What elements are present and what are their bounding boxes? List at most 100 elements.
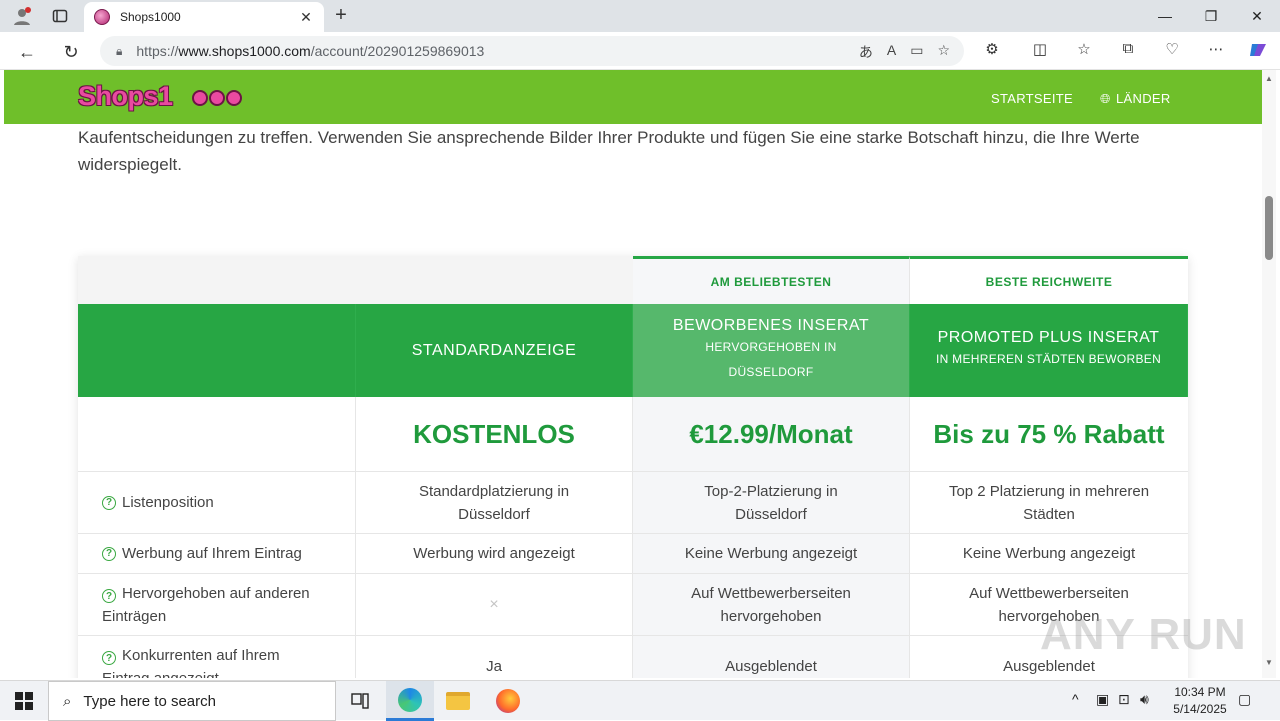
logo-cart-icon xyxy=(192,90,242,106)
translate-icon[interactable]: あ xyxy=(859,42,873,62)
feature-value: × xyxy=(356,574,633,636)
intro-paragraph: Kaufentscheidungen zu treffen. Verwenden… xyxy=(78,128,1140,174)
extensions-icon[interactable]: ⚙ xyxy=(980,40,1004,62)
url-host: www.shops1000.com xyxy=(178,43,311,59)
feature-value: Auf Wettbewerberseiten hervorgehoben xyxy=(633,574,910,636)
plan-title: PROMOTED PLUS INSERAT xyxy=(937,329,1160,346)
pricing-table: AM BELIEBTESTEN BESTE REICHWEITE STANDAR… xyxy=(78,256,1188,678)
feature-label: Werbung auf Ihrem Eintrag xyxy=(122,545,302,562)
nav-link-startseite[interactable]: STARTSEITE xyxy=(991,91,1073,106)
restore-icon[interactable]: ❐ xyxy=(1188,0,1234,32)
task-view-icon[interactable] xyxy=(336,681,384,721)
tab-actions-icon[interactable] xyxy=(48,4,72,28)
plan-price: €12.99/Monat xyxy=(633,397,910,472)
empty-cell xyxy=(78,256,356,304)
scroll-thumb[interactable] xyxy=(1265,196,1273,260)
feature-value: Top 2 Platzierung in mehreren Städten xyxy=(910,472,1188,534)
feature-label-cell: ? Listenposition xyxy=(78,472,356,534)
plan-promoted-plus-header[interactable]: PROMOTED PLUS INSERAT IN MEHREREN STÄDTE… xyxy=(910,304,1188,397)
feature-label: Listenposition xyxy=(122,494,214,511)
url-prefix: https:// xyxy=(136,43,179,59)
profile-icon[interactable] xyxy=(10,4,34,28)
device-icon[interactable]: ▣ xyxy=(1096,691,1109,708)
price-row: KOSTENLOS €12.99/Monat Bis zu 75 % Rabat… xyxy=(78,397,1188,472)
feature-value: Keine Werbung angezeigt xyxy=(633,534,910,574)
notifications-icon[interactable]: ▢ xyxy=(1238,691,1251,708)
close-window-icon[interactable]: ✕ xyxy=(1234,0,1280,32)
empty-cell xyxy=(356,256,633,304)
windows-logo-icon xyxy=(15,692,33,710)
plan-title: BEWORBENES INSERAT xyxy=(672,316,870,334)
show-hidden-icons-icon[interactable]: ^ xyxy=(1072,691,1079,707)
plan-title: STANDARDANZEIGE xyxy=(411,341,577,359)
feature-label-cell: ? Werbung auf Ihrem Eintrag xyxy=(78,534,356,574)
help-icon[interactable]: ? xyxy=(102,546,116,561)
cross-icon: × xyxy=(489,596,499,613)
favorites-icon[interactable]: ☆ xyxy=(1072,40,1096,62)
site-favicon-icon xyxy=(94,9,110,25)
active-tab[interactable]: Shops1000 ✕ xyxy=(84,2,324,32)
shops1000-logo[interactable]: Shops1 xyxy=(78,81,173,112)
nav-link-laender[interactable]: LÄNDER xyxy=(1116,91,1171,106)
scroll-up-icon[interactable]: ▲ xyxy=(1265,74,1273,83)
feature-value: Werbung wird angezeigt xyxy=(356,534,633,574)
read-aloud-icon[interactable]: A xyxy=(887,42,896,62)
firefox-icon[interactable] xyxy=(484,681,532,721)
plan-subtitle: HERVORGEHOBEN IN DÜSSELDORF xyxy=(705,339,837,379)
empty-cell xyxy=(78,304,356,397)
feature-value: Standardplatzierung in Düsseldorf xyxy=(356,472,633,534)
page-scrollbar[interactable]: ▲ ▼ xyxy=(1262,70,1276,678)
help-icon[interactable]: ? xyxy=(102,651,116,665)
new-tab-icon[interactable]: + xyxy=(330,5,352,27)
badge-most-popular: AM BELIEBTESTEN xyxy=(633,256,910,304)
reload-icon[interactable]: ↻ xyxy=(58,39,84,65)
taskbar-search[interactable]: ⌕ Type here to search xyxy=(48,681,336,721)
feature-label-cell: ? Konkurrenten auf Ihrem Eintrag angezeig… xyxy=(78,636,356,678)
split-screen-icon[interactable]: ◫ xyxy=(1028,40,1052,62)
copilot-icon[interactable] xyxy=(1246,40,1270,62)
badge-best-reach: BESTE REICHWEITE xyxy=(910,256,1188,304)
globe-icon: 🌐︎ xyxy=(1100,91,1111,106)
help-icon[interactable]: ? xyxy=(102,589,116,603)
search-placeholder: Type here to search xyxy=(83,692,216,710)
browser-essentials-icon[interactable]: ♡ xyxy=(1160,40,1184,62)
favorite-star-icon[interactable]: ☆ xyxy=(937,42,950,62)
taskbar-clock[interactable]: 10:34 PM 5/14/2025 xyxy=(1160,684,1240,718)
url-bar[interactable]: 🔒︎ https://www.shops1000.com/account/202… xyxy=(100,36,964,66)
feature-label-cell: ? Hervorgehoben auf anderen Einträgen xyxy=(78,574,356,636)
close-tab-icon[interactable]: ✕ xyxy=(298,9,314,26)
collections-icon[interactable]: ⧉ xyxy=(1116,40,1140,62)
start-button[interactable] xyxy=(0,681,48,721)
browser-tab-bar: Shops1000 ✕ + — ❐ ✕ xyxy=(0,0,1280,32)
immersive-reader-icon[interactable]: ▭ xyxy=(910,42,923,62)
edge-taskbar-icon[interactable] xyxy=(386,681,434,721)
plan-price: Bis zu 75 % Rabatt xyxy=(910,397,1188,472)
address-toolbar: ← ↻ 🔒︎ https://www.shops1000.com/account… xyxy=(0,32,1280,70)
help-icon[interactable]: ? xyxy=(102,495,116,510)
more-options-icon[interactable]: ⋯ xyxy=(1204,40,1228,62)
lock-icon[interactable]: 🔒︎ xyxy=(116,44,122,59)
plan-standard-header[interactable]: STANDARDANZEIGE xyxy=(356,304,633,397)
plan-header-row: STANDARDANZEIGE BEWORBENES INSERAT HERVO… xyxy=(78,304,1188,397)
clock-time: 10:34 PM xyxy=(1174,685,1226,699)
plan-promoted-header[interactable]: BEWORBENES INSERAT HERVORGEHOBEN IN DÜSS… xyxy=(633,304,910,397)
empty-cell xyxy=(78,397,356,472)
feature-label: Konkurrenten auf Ihrem Eintrag angezeigt xyxy=(102,646,280,679)
volume-icon[interactable]: 🔊︎ xyxy=(1140,691,1149,708)
tab-title: Shops1000 xyxy=(120,10,181,24)
anyrun-watermark: ANY RUN xyxy=(1040,610,1247,659)
search-icon: ⌕ xyxy=(63,692,72,710)
back-arrow-icon[interactable]: ← xyxy=(14,39,40,65)
page-viewport: Shops1 STARTSEITE 🌐︎ LÄNDER Kaufentschei… xyxy=(4,70,1262,678)
scroll-down-icon[interactable]: ▼ xyxy=(1265,658,1273,667)
feature-row: ? Werbung auf Ihrem Eintrag Werbung wird … xyxy=(78,534,1188,574)
feature-row: ? Konkurrenten auf Ihrem Eintrag angezeig… xyxy=(78,636,1188,678)
clock-date: 5/14/2025 xyxy=(1173,702,1227,716)
file-explorer-icon[interactable] xyxy=(434,681,482,721)
feature-row: ? Listenposition Standardplatzierung in D… xyxy=(78,472,1188,534)
network-icon[interactable]: ⊡ xyxy=(1118,691,1130,708)
site-header: Shops1 STARTSEITE 🌐︎ LÄNDER xyxy=(4,70,1262,124)
plan-subtitle: IN MEHREREN STÄDTEN BEWORBEN xyxy=(935,352,1162,366)
feature-row: ? Hervorgehoben auf anderen Einträgen × A… xyxy=(78,574,1188,636)
minimize-icon[interactable]: — xyxy=(1142,0,1188,32)
